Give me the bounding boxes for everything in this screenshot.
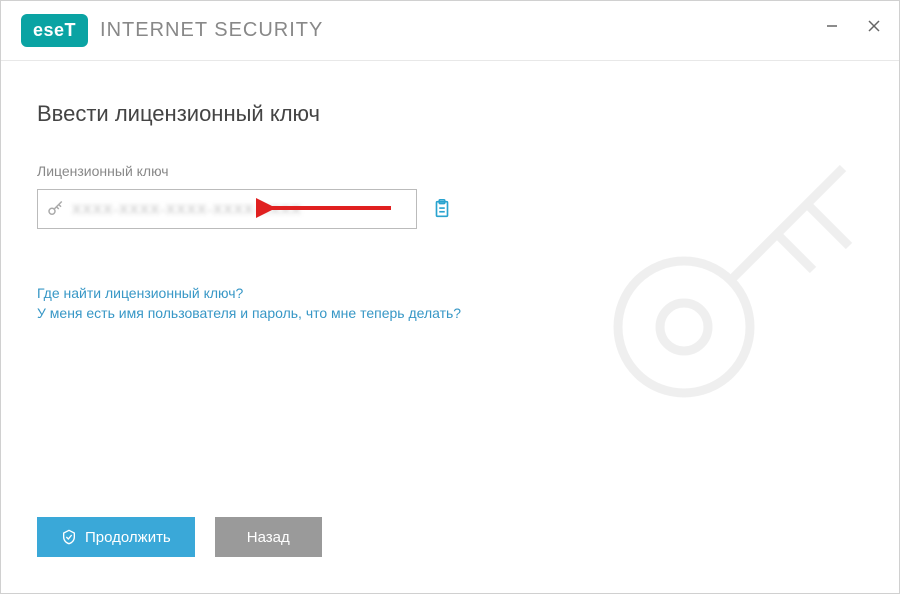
key-icon bbox=[46, 200, 64, 218]
continue-button-label: Продолжить bbox=[85, 529, 171, 546]
close-button[interactable] bbox=[865, 17, 883, 35]
titlebar: eseT INTERNET SECURITY bbox=[1, 1, 899, 61]
footer-buttons: Продолжить Назад bbox=[1, 517, 899, 593]
paste-icon[interactable] bbox=[431, 198, 453, 220]
license-field-label: Лицензионный ключ bbox=[37, 163, 863, 179]
where-find-key-link[interactable]: Где найти лицензионный ключ? bbox=[37, 285, 863, 301]
app-window: eseT INTERNET SECURITY Ввести лицензионн… bbox=[0, 0, 900, 594]
minimize-button[interactable] bbox=[823, 17, 841, 35]
page-title: Ввести лицензионный ключ bbox=[37, 101, 863, 127]
license-input-row bbox=[37, 189, 863, 229]
shield-icon bbox=[61, 529, 77, 545]
product-name: INTERNET SECURITY bbox=[100, 19, 323, 42]
continue-button[interactable]: Продолжить bbox=[37, 517, 195, 557]
back-button[interactable]: Назад bbox=[215, 517, 322, 557]
window-controls bbox=[823, 17, 883, 35]
back-button-label: Назад bbox=[247, 529, 290, 546]
eset-logo: eseT bbox=[21, 14, 88, 47]
help-links: Где найти лицензионный ключ? У меня есть… bbox=[37, 285, 863, 321]
license-key-input[interactable] bbox=[72, 201, 408, 217]
content-area: Ввести лицензионный ключ Лицензионный кл… bbox=[1, 61, 899, 517]
license-input-container[interactable] bbox=[37, 189, 417, 229]
have-credentials-link[interactable]: У меня есть имя пользователя и пароль, ч… bbox=[37, 305, 863, 321]
